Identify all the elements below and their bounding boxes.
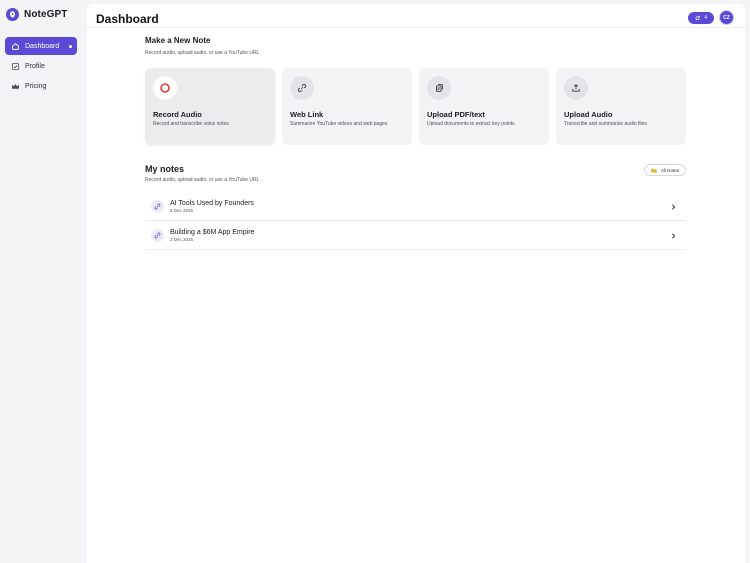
header-actions: 4 CZ	[688, 10, 734, 25]
note-info: Building a $6M App Empire 2 Dec 2025	[170, 229, 254, 242]
record-icon	[153, 76, 177, 100]
note-info: AI Tools Used by Founders 8 Dec 2025	[170, 200, 254, 213]
note-title: AI Tools Used by Founders	[170, 200, 254, 207]
my-notes-subtitle: Record audio, upload audio, or use a You…	[145, 177, 260, 183]
card-description: Record and transcribe voice notes	[153, 121, 229, 127]
sidebar-item-label: Dashboard	[25, 42, 60, 50]
brand-name: NoteGPT	[24, 9, 68, 20]
card-title: Record Audio	[153, 110, 202, 119]
upload-icon	[564, 76, 588, 100]
chevron-right-icon	[672, 203, 676, 210]
header-divider	[87, 27, 745, 28]
sidebar-item-label: Profile	[25, 62, 45, 70]
home-icon	[11, 42, 20, 51]
crown-icon	[11, 82, 20, 91]
checkbox-icon	[11, 62, 20, 71]
card-description: Upload documents to extract key points	[427, 121, 515, 127]
active-indicator	[69, 44, 72, 48]
all-notes-button[interactable]: All Notes	[643, 164, 686, 176]
upload-pdf-card[interactable]: Upload PDF/text Upload documents to extr…	[419, 68, 549, 145]
my-notes-title: My notes	[145, 164, 185, 174]
link-icon	[290, 76, 314, 100]
sidebar-item-label: Pricing	[25, 82, 47, 90]
all-notes-label: All Notes	[660, 167, 679, 173]
card-title: Upload PDF/text	[427, 110, 485, 119]
chevron-right-icon	[672, 232, 676, 239]
credits-badge[interactable]: 4	[688, 11, 714, 24]
card-title: Upload Audio	[564, 110, 613, 119]
card-title: Web Link	[290, 110, 324, 119]
credits-count: 4	[704, 14, 707, 21]
sparkle-icon	[695, 15, 701, 20]
main-panel: Dashboard 4 CZ Make a New Note Record au…	[87, 4, 745, 563]
card-description: Summarize YouTube videos and web pages	[290, 121, 388, 127]
note-title: Building a $6M App Empire	[170, 229, 255, 236]
folder-icon	[651, 168, 657, 173]
sidebar-item-profile[interactable]: Profile	[5, 57, 77, 75]
new-note-subtitle: Record audio, upload audio, or use a You…	[145, 50, 260, 56]
document-icon	[427, 76, 451, 100]
note-date: 8 Dec 2025	[170, 208, 194, 213]
sidebar: NoteGPT Dashboard Profile Pricing	[0, 0, 86, 563]
upload-audio-card[interactable]: Upload Audio Transcribe and summarize au…	[556, 68, 686, 145]
page-title: Dashboard	[96, 12, 159, 26]
new-note-title: Make a New Note	[145, 36, 211, 45]
sidebar-item-dashboard[interactable]: Dashboard	[5, 37, 77, 55]
notegpt-logo-icon	[6, 8, 19, 21]
note-row[interactable]: AI Tools Used by Founders 8 Dec 2025	[145, 193, 686, 221]
link-icon	[151, 229, 164, 242]
note-date: 2 Dec 2025	[170, 237, 194, 242]
link-icon	[151, 200, 164, 213]
web-link-card[interactable]: Web Link Summarize YouTube videos and we…	[282, 68, 412, 145]
card-description: Transcribe and summarize audio files	[564, 121, 647, 127]
brand[interactable]: NoteGPT	[6, 8, 67, 21]
record-audio-card[interactable]: Record Audio Record and transcribe voice…	[145, 68, 275, 145]
sidebar-nav: Dashboard Profile Pricing	[5, 37, 77, 97]
avatar[interactable]: CZ	[719, 10, 734, 25]
scrollbar[interactable]	[745, 0, 750, 563]
note-row[interactable]: Building a $6M App Empire 2 Dec 2025	[145, 222, 686, 250]
sidebar-item-pricing[interactable]: Pricing	[5, 77, 77, 95]
